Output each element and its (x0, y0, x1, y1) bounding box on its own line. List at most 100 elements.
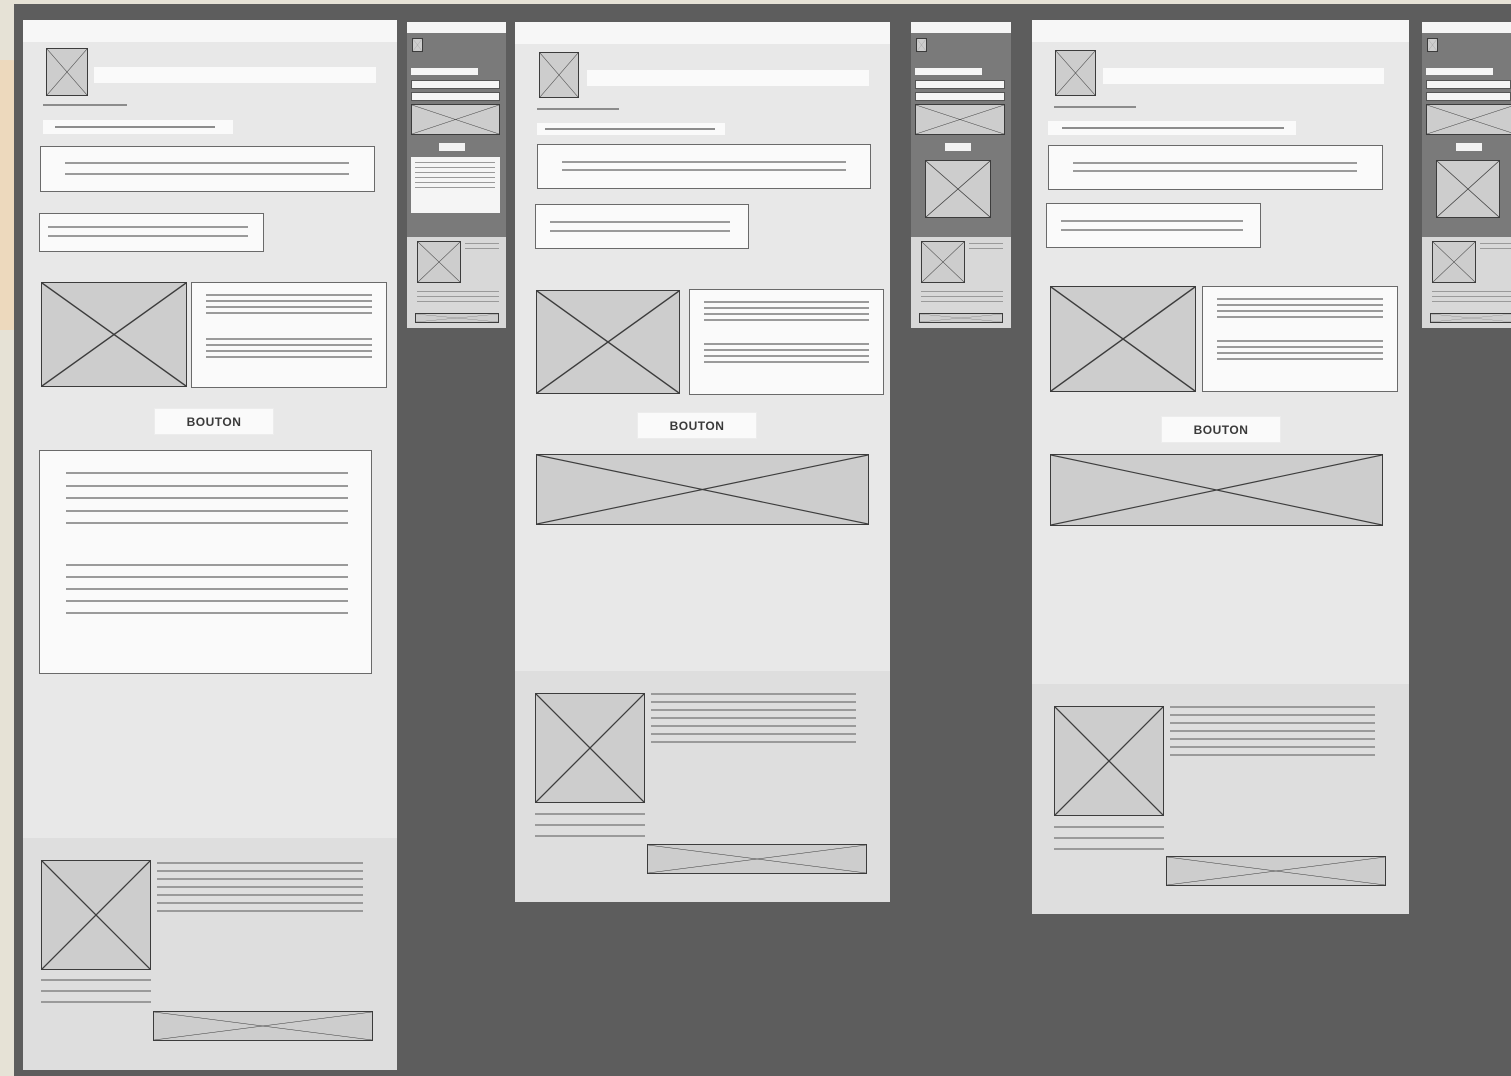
title-field (411, 68, 478, 75)
text-line (1170, 706, 1375, 708)
text-line (1480, 248, 1511, 249)
text-line (651, 733, 856, 735)
mini-button[interactable] (945, 143, 971, 151)
text-line (704, 307, 869, 309)
subtitle-line (1054, 106, 1136, 108)
text-card (411, 157, 500, 213)
text-line (1061, 229, 1243, 231)
text-block-primary (1048, 145, 1383, 190)
wireframe-artboard-desktop-a[interactable]: BOUTON (23, 20, 397, 1070)
primary-button[interactable]: BOUTON (154, 408, 274, 435)
text-line (66, 472, 348, 474)
title-line (545, 128, 715, 130)
banner-placeholder-icon (153, 1011, 373, 1041)
text-line (562, 169, 846, 171)
text-line (415, 177, 495, 178)
text-line (66, 588, 348, 590)
text-line (1170, 746, 1375, 748)
text-line (157, 902, 363, 904)
image-placeholder-icon (41, 282, 187, 387)
subtitle-line (43, 104, 127, 106)
text-line (704, 355, 869, 357)
wireframe-artboard-mobile-1[interactable] (407, 22, 506, 328)
text-line (704, 319, 869, 321)
title-line (1062, 127, 1284, 129)
text-line (206, 300, 372, 302)
footer-section (407, 237, 506, 328)
banner-placeholder-icon (647, 844, 867, 874)
footer-section (23, 838, 397, 1070)
image-placeholder-icon (1054, 706, 1164, 816)
text-line (41, 979, 151, 981)
text-line (704, 313, 869, 315)
banner-placeholder-icon (1050, 454, 1383, 526)
title-field (915, 68, 982, 75)
text-line (157, 870, 363, 872)
header-strip (1422, 22, 1511, 33)
text-line (969, 243, 1003, 244)
text-line (921, 301, 1003, 302)
text-line (1217, 346, 1383, 348)
text-line (1217, 304, 1383, 306)
header-bar (1103, 68, 1384, 84)
wireframe-artboard-desktop-b[interactable]: BOUTON (515, 22, 890, 902)
logo-placeholder-icon (1427, 38, 1438, 52)
mini-button[interactable] (1456, 143, 1482, 151)
text-block-secondary (39, 213, 264, 252)
text-line (1432, 296, 1511, 297)
text-line (65, 173, 349, 175)
text-line (415, 167, 495, 168)
text-block-large (39, 450, 372, 674)
text-card (689, 289, 884, 395)
text-line (65, 162, 349, 164)
image-placeholder-icon (417, 241, 461, 283)
text-line (415, 172, 495, 173)
logo-placeholder-icon (412, 38, 423, 52)
text-line (535, 824, 645, 826)
text-line (48, 226, 248, 228)
text-card (1202, 286, 1398, 392)
text-line (48, 235, 248, 237)
banner-placeholder-icon (919, 313, 1003, 323)
text-line (1170, 738, 1375, 740)
mini-button[interactable] (439, 143, 465, 151)
text-line (1170, 730, 1375, 732)
text-line (1054, 848, 1164, 850)
image-placeholder-icon (535, 693, 645, 803)
image-placeholder-icon (1432, 241, 1476, 283)
text-line (1217, 340, 1383, 342)
text-line (415, 182, 495, 183)
wireframe-artboard-desktop-c[interactable]: BOUTON (1032, 20, 1409, 914)
text-line (206, 356, 372, 358)
wireframe-artboard-mobile-3[interactable] (1422, 22, 1511, 328)
text-line (921, 291, 1003, 292)
banner-placeholder-icon (536, 454, 869, 525)
text-line (1217, 310, 1383, 312)
text-line (1217, 358, 1383, 360)
text-line (465, 243, 499, 244)
footer-section (515, 671, 890, 902)
text-line (651, 701, 856, 703)
text-line (969, 248, 1003, 249)
text-line (66, 564, 348, 566)
image-placeholder-icon (1050, 286, 1196, 392)
text-line (415, 162, 495, 163)
text-line (417, 291, 499, 292)
wireframe-artboard-mobile-2[interactable] (911, 22, 1011, 328)
text-card (191, 282, 387, 388)
text-line (921, 296, 1003, 297)
text-block-secondary (535, 204, 749, 249)
header-bar (587, 70, 869, 86)
text-block (411, 92, 500, 101)
primary-button[interactable]: BOUTON (637, 412, 757, 439)
text-block (1426, 92, 1511, 101)
header-bar (94, 67, 376, 83)
primary-button[interactable]: BOUTON (1161, 416, 1281, 443)
image-placeholder-icon (1436, 160, 1500, 218)
subtitle-line (537, 108, 619, 110)
text-line (66, 510, 348, 512)
text-line (1061, 220, 1243, 222)
text-line (1480, 243, 1511, 244)
logo-placeholder-icon (539, 52, 579, 98)
text-line (1073, 170, 1357, 172)
